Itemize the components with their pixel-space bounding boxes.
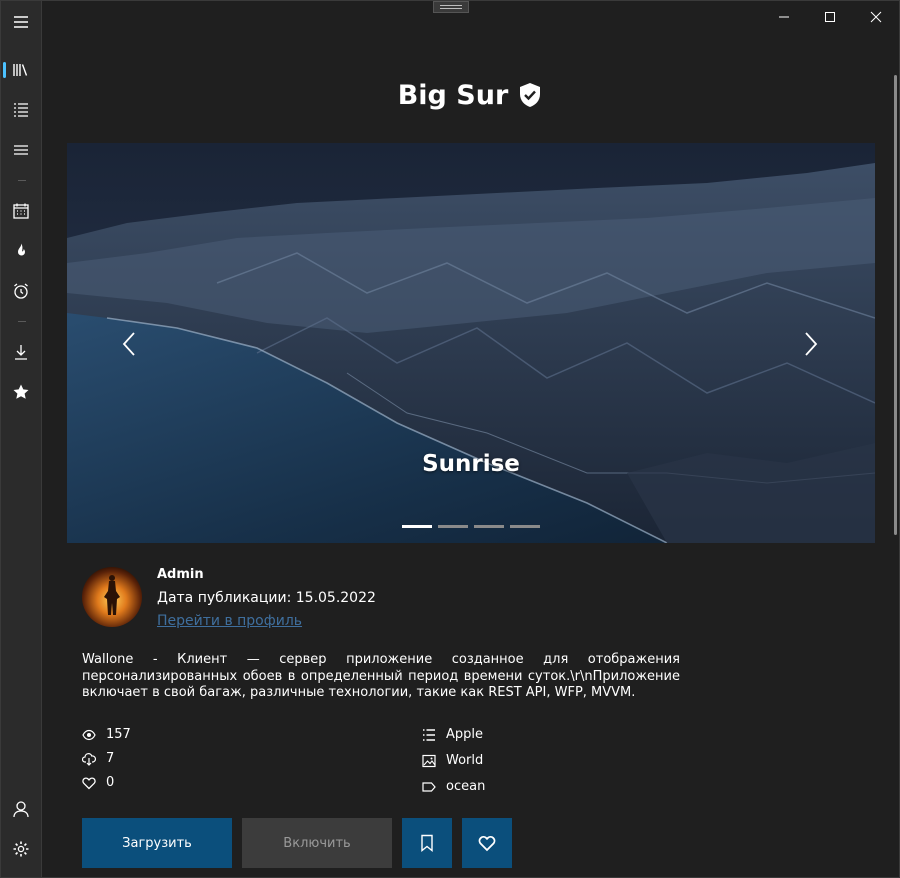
likes-stat: 0 <box>82 775 114 790</box>
chevron-right-icon <box>805 332 818 356</box>
nav-favorites[interactable] <box>1 373 41 411</box>
author-name: Admin <box>157 567 204 582</box>
list-bullets-icon <box>423 728 435 741</box>
menu-lines-icon <box>14 145 28 155</box>
minimize-icon <box>779 16 789 18</box>
image-icon <box>422 754 436 767</box>
carousel-pip[interactable] <box>510 525 540 528</box>
close-icon <box>870 11 882 23</box>
title-row: Big Sur <box>41 71 899 119</box>
drag-grip[interactable] <box>433 1 469 13</box>
app-window: Big Sur Sunrise Admin Дата публикации: 1… <box>0 0 900 878</box>
nav-popular[interactable] <box>1 232 41 270</box>
verified-shield-icon <box>520 83 541 107</box>
calendar-icon <box>13 203 29 219</box>
profile-link[interactable]: Перейти в профиль <box>157 613 302 629</box>
library-icon <box>13 64 28 76</box>
carousel-pip[interactable] <box>402 525 432 528</box>
tag-label: ocean <box>446 779 486 794</box>
eye-icon <box>82 729 96 740</box>
likes-count: 0 <box>106 775 115 790</box>
avatar-image <box>82 567 142 627</box>
download-button[interactable]: Загрузить <box>82 818 232 868</box>
alarm-icon <box>14 283 28 299</box>
carousel-indicators <box>402 525 540 528</box>
nav-downloads[interactable] <box>1 333 41 371</box>
list-icon <box>14 103 28 117</box>
wallpaper-image <box>67 143 875 543</box>
menu-button[interactable] <box>1 3 41 41</box>
hero-carousel[interactable]: Sunrise <box>67 143 875 543</box>
minimize-button[interactable] <box>761 1 807 33</box>
menu-icon <box>14 16 28 28</box>
like-button[interactable] <box>462 818 512 868</box>
rail-separator <box>18 321 26 322</box>
publication-date: Дата публикации: 15.05.2022 <box>157 590 376 606</box>
tag-icon <box>422 781 436 792</box>
close-button[interactable] <box>853 1 899 33</box>
description: Wallone - Клиент — сервер приложение соз… <box>82 652 680 700</box>
views-stat: 157 <box>82 727 131 742</box>
category-tag[interactable]: World <box>422 753 483 768</box>
nav-alarm[interactable] <box>1 272 41 310</box>
user-icon <box>13 801 29 818</box>
enable-button[interactable]: Включить <box>242 818 392 868</box>
tag-chip[interactable]: ocean <box>422 779 485 794</box>
downloads-stat: 7 <box>82 751 114 766</box>
page-title: Big Sur <box>397 79 509 111</box>
bookmark-icon <box>421 834 433 852</box>
carousel-pip[interactable] <box>474 525 504 528</box>
heart-icon <box>82 776 96 789</box>
downloads-count: 7 <box>106 751 115 766</box>
brand-tag[interactable]: Apple <box>422 727 483 742</box>
vertical-scrollbar[interactable] <box>894 75 897 535</box>
avatar <box>82 567 142 627</box>
hero-prev-button[interactable] <box>115 327 143 361</box>
nav-settings[interactable] <box>1 830 41 868</box>
nav-account[interactable] <box>1 790 41 828</box>
star-icon <box>13 384 29 399</box>
hero-next-button[interactable] <box>797 327 825 361</box>
rail-separator <box>18 180 26 181</box>
nav-list[interactable] <box>1 91 41 129</box>
bookmark-button[interactable] <box>402 818 452 868</box>
download-icon <box>15 345 27 360</box>
views-count: 157 <box>106 727 131 742</box>
nav-categories[interactable] <box>1 131 41 169</box>
carousel-pip[interactable] <box>438 525 468 528</box>
chevron-left-icon <box>122 332 135 356</box>
category-label: World <box>446 753 484 768</box>
nav-library[interactable] <box>1 51 41 89</box>
nav-rail <box>1 1 42 877</box>
hero-caption: Sunrise <box>422 451 520 477</box>
brand-label: Apple <box>446 727 484 742</box>
maximize-button[interactable] <box>807 1 853 33</box>
cloud-download-icon <box>82 752 96 766</box>
heart-icon <box>478 836 496 852</box>
settings-icon <box>13 841 29 857</box>
nav-calendar[interactable] <box>1 192 41 230</box>
maximize-icon <box>825 12 835 22</box>
fire-icon <box>18 243 25 256</box>
